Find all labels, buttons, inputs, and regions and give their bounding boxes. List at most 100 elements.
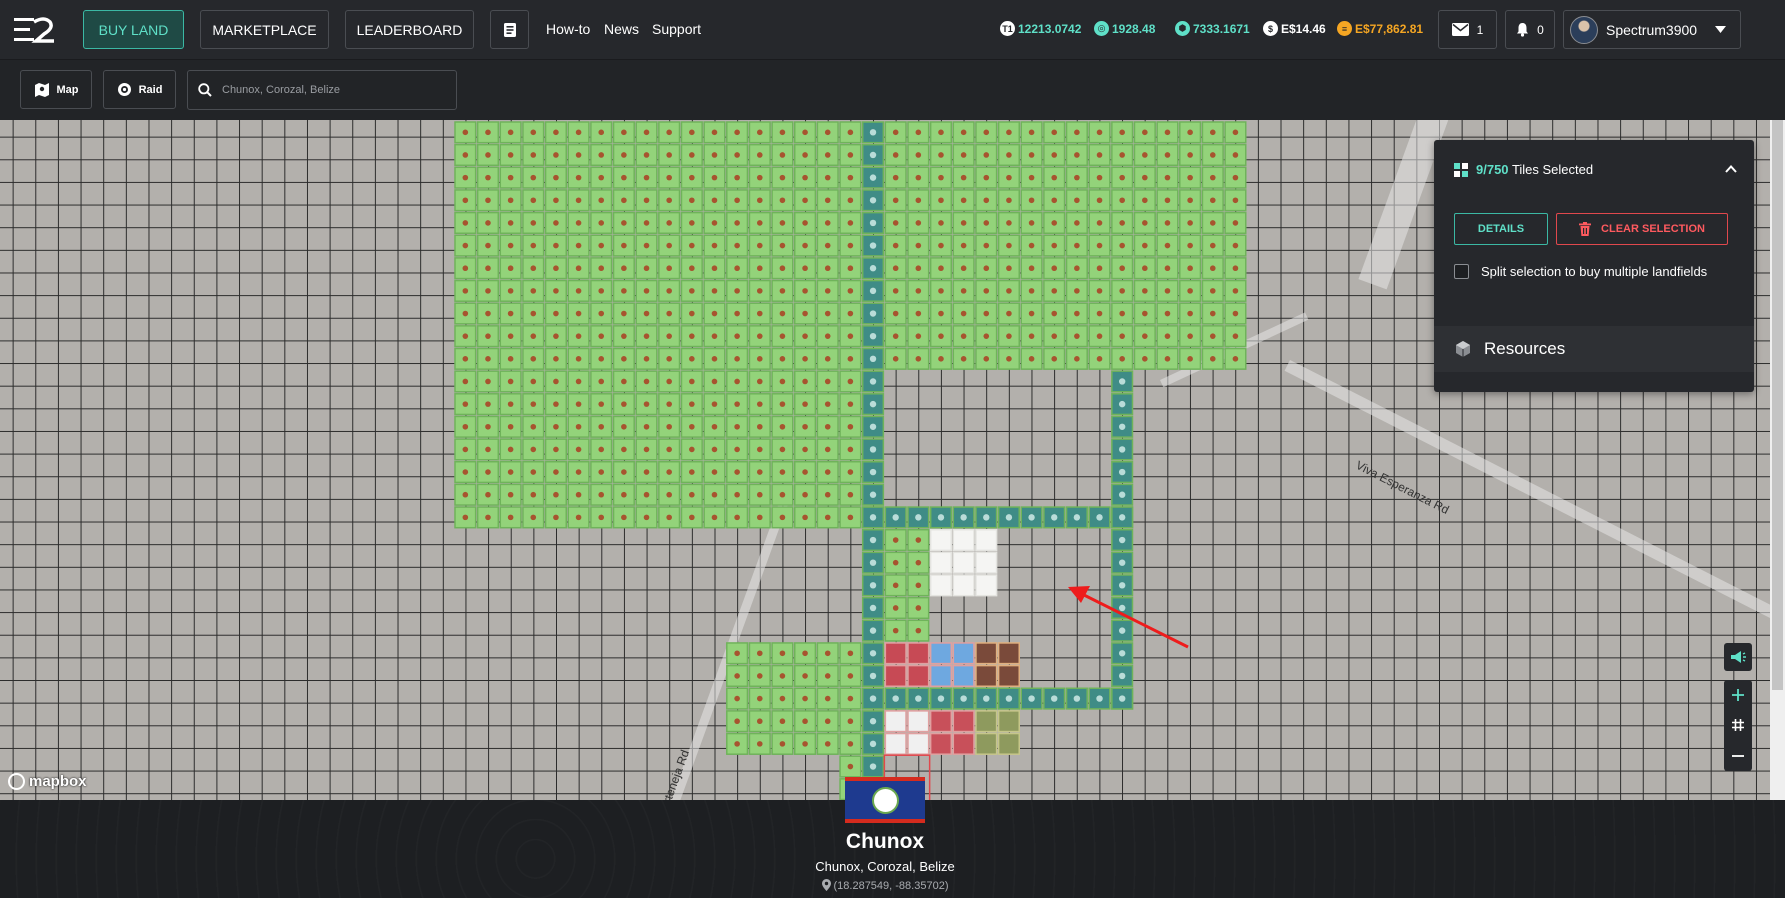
map-tile[interactable] — [748, 664, 771, 687]
map-tile[interactable] — [1020, 166, 1043, 189]
map-tile[interactable] — [952, 642, 975, 665]
map-tile[interactable] — [861, 596, 885, 620]
map-tile[interactable] — [929, 732, 953, 755]
map-tile[interactable] — [1043, 143, 1066, 167]
map-tile[interactable] — [975, 166, 998, 189]
map-tile[interactable] — [454, 438, 477, 461]
map-tile[interactable] — [1088, 302, 1111, 325]
map-tile[interactable] — [794, 211, 817, 234]
map-tile[interactable] — [929, 189, 953, 212]
map-tile[interactable] — [816, 664, 839, 687]
map-tile[interactable] — [726, 347, 749, 370]
map-tile[interactable] — [839, 211, 862, 234]
map-tile[interactable] — [771, 687, 794, 710]
map-tile[interactable] — [839, 461, 862, 484]
map-tile[interactable] — [907, 574, 930, 597]
map-tile[interactable] — [1201, 325, 1224, 348]
map-tile[interactable] — [771, 166, 794, 189]
map-tile[interactable] — [726, 732, 749, 755]
details-button[interactable]: DETAILS — [1454, 213, 1548, 245]
map-tile[interactable] — [454, 211, 477, 234]
map-tile[interactable] — [476, 370, 500, 393]
map-tile[interactable] — [590, 347, 613, 370]
map-tile[interactable] — [1224, 325, 1247, 348]
map-tile[interactable] — [703, 189, 726, 212]
map-tile[interactable] — [567, 506, 590, 529]
map-tile[interactable] — [499, 483, 522, 506]
map-tile[interactable] — [1111, 506, 1134, 529]
map-tile[interactable] — [703, 143, 726, 167]
map-tile[interactable] — [1111, 257, 1134, 280]
map-tile[interactable] — [748, 166, 771, 189]
map-tile[interactable] — [952, 166, 975, 189]
map-tile[interactable] — [884, 121, 907, 144]
map-tile[interactable] — [1020, 302, 1043, 325]
map-tile[interactable] — [952, 506, 975, 529]
map-tile[interactable] — [748, 257, 771, 280]
map-tile[interactable] — [1111, 461, 1134, 484]
map-tile[interactable] — [680, 370, 703, 393]
map-tile[interactable] — [771, 211, 794, 234]
wallet-coin[interactable]: ≡ E$77,862.81 — [1337, 21, 1423, 36]
map-view-button[interactable]: Map — [20, 70, 92, 109]
map-tile[interactable] — [499, 189, 522, 212]
map-tile[interactable] — [590, 279, 613, 302]
map-tile[interactable] — [726, 393, 749, 416]
map-tile[interactable] — [454, 461, 477, 484]
map-tile[interactable] — [794, 687, 817, 710]
map-tile[interactable] — [952, 528, 975, 552]
map-tile[interactable] — [952, 143, 975, 167]
map-tile[interactable] — [884, 528, 907, 552]
map-tile[interactable] — [794, 506, 817, 529]
map-tile[interactable] — [635, 370, 658, 393]
support-link[interactable]: Support — [652, 21, 701, 37]
map-tile[interactable] — [907, 551, 930, 574]
map-tile[interactable] — [1224, 121, 1247, 144]
map-tile[interactable] — [952, 189, 975, 212]
map-tile[interactable] — [794, 189, 817, 212]
map-tile[interactable] — [816, 483, 839, 506]
map-tile[interactable] — [476, 189, 500, 212]
map-tile[interactable] — [1111, 302, 1134, 325]
map-tile[interactable] — [816, 189, 839, 212]
map-tile[interactable] — [748, 506, 771, 529]
map-tile[interactable] — [1224, 166, 1247, 189]
map-tile[interactable] — [861, 687, 885, 710]
scrollbar-thumb[interactable] — [1772, 120, 1783, 690]
map-tile[interactable] — [590, 302, 613, 325]
map-tile[interactable] — [499, 415, 522, 438]
map-tile[interactable] — [816, 166, 839, 189]
map-tile[interactable] — [703, 234, 726, 257]
map-tile[interactable] — [612, 166, 635, 189]
map-tile[interactable] — [861, 664, 885, 687]
map-tile[interactable] — [454, 166, 477, 189]
map-tile[interactable] — [884, 257, 907, 280]
map-tile[interactable] — [1020, 347, 1043, 370]
map-tile[interactable] — [726, 710, 749, 733]
map-tile[interactable] — [997, 506, 1020, 529]
map-tile[interactable] — [612, 302, 635, 325]
map-tile[interactable] — [997, 279, 1020, 302]
map-tile[interactable] — [680, 234, 703, 257]
map-tile[interactable] — [907, 325, 930, 348]
map-tile[interactable] — [612, 211, 635, 234]
map-tile[interactable] — [454, 415, 477, 438]
map-tile[interactable] — [929, 687, 953, 710]
map-tile[interactable] — [476, 143, 500, 167]
map-tile[interactable] — [703, 461, 726, 484]
map-tile[interactable] — [884, 234, 907, 257]
map-tile[interactable] — [476, 461, 500, 484]
map-tile[interactable] — [997, 325, 1020, 348]
map-tile[interactable] — [658, 234, 681, 257]
map-tile[interactable] — [771, 461, 794, 484]
map-tile[interactable] — [1133, 279, 1156, 302]
map-tile[interactable] — [1065, 234, 1088, 257]
map-tile[interactable] — [1179, 166, 1202, 189]
map-tile[interactable] — [680, 189, 703, 212]
map-tile[interactable] — [1133, 189, 1156, 212]
map-tile[interactable] — [794, 166, 817, 189]
map-tile[interactable] — [1088, 143, 1111, 167]
map-tile[interactable] — [952, 574, 975, 597]
map-tile[interactable] — [658, 483, 681, 506]
map-tile[interactable] — [635, 257, 658, 280]
